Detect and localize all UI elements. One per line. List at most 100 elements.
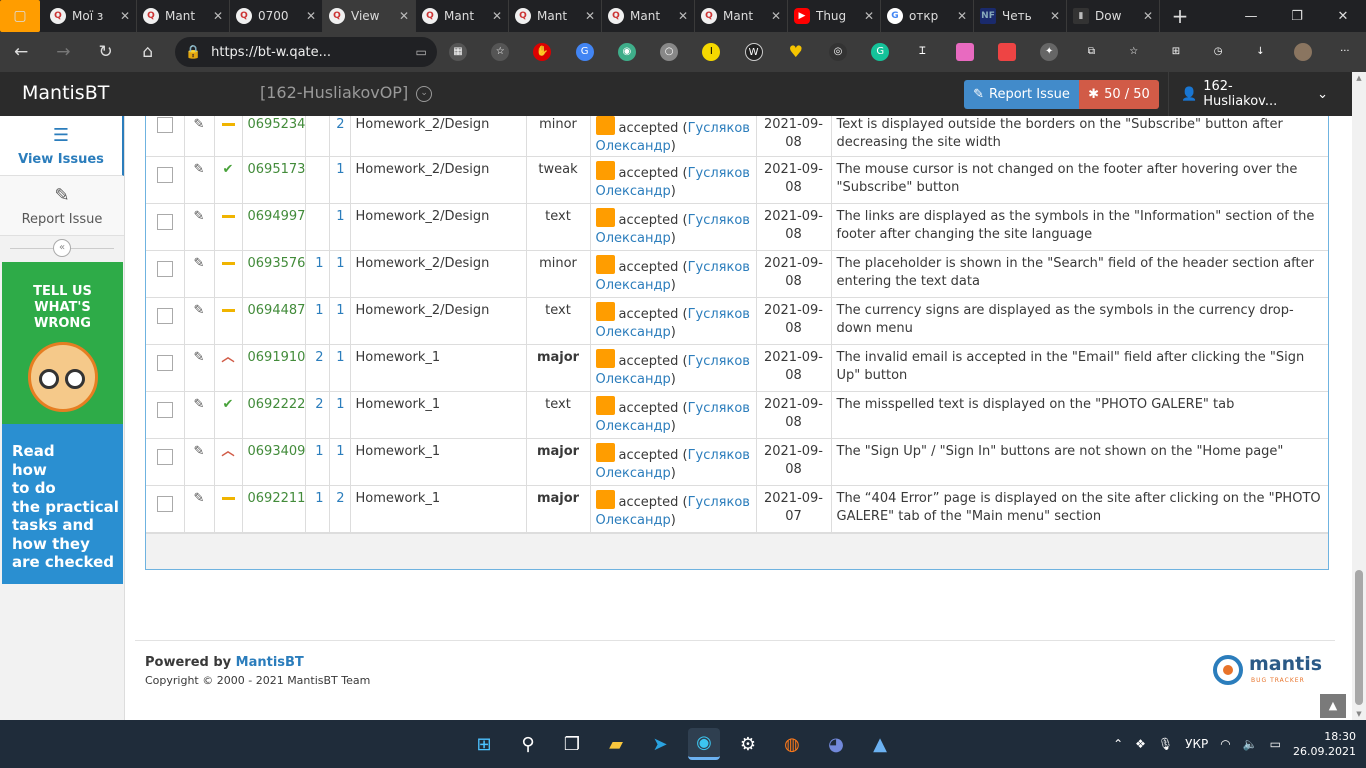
attachments-count[interactable]: 2 (336, 491, 344, 506)
clock[interactable]: 18:30 26.09.2021 (1293, 729, 1356, 759)
attachments-count[interactable]: 1 (336, 397, 344, 412)
telegram-icon[interactable]: ➤ (644, 728, 676, 760)
extension-yellow-icon[interactable]: I (690, 43, 732, 61)
edit-pencil-icon[interactable]: ✎ (194, 397, 205, 412)
table-row[interactable]: ✎ 0695234 2 Homework_2/Design minor accepted … (146, 116, 1328, 157)
battery-icon[interactable]: ▭ (1270, 737, 1281, 751)
table-row[interactable]: ✎ 0693576 1 1 Homework_2/Design minor accepted… (146, 250, 1328, 298)
sidebar-item-report-issue[interactable]: ✎ Report Issue (0, 176, 124, 236)
row-checkbox[interactable] (156, 308, 173, 324)
notes-count[interactable]: 1 (315, 303, 323, 318)
issue-id-link[interactable]: 0691910 (248, 350, 306, 365)
close-window-icon[interactable]: ✕ (1320, 0, 1366, 32)
dropbox-icon[interactable]: ❖ (1135, 737, 1146, 751)
assigned-count-button[interactable]: ✱ 50 / 50 (1079, 80, 1159, 109)
row-checkbox[interactable] (156, 449, 173, 465)
url-field[interactable]: 🔒 https://bt-w.qate... ▭ (174, 37, 437, 67)
close-tab-icon[interactable]: ✕ (864, 9, 874, 23)
row-checkbox[interactable] (156, 402, 173, 418)
close-tab-icon[interactable]: ✕ (771, 9, 781, 23)
issue-id-link[interactable]: 0694487 (248, 303, 306, 318)
sidebar-item-view-issues[interactable]: ☰ View Issues (0, 116, 124, 176)
edit-pencil-icon[interactable]: ✎ (194, 444, 205, 459)
close-tab-icon[interactable]: ✕ (120, 9, 130, 23)
sidebar-collapse[interactable]: « (0, 236, 124, 260)
microphone-icon[interactable]: 🎙 (1158, 737, 1173, 751)
browser-tab[interactable]: Q 0700 ✕ (230, 0, 323, 32)
browser-tab[interactable]: ▶ Thug ✕ (788, 0, 881, 32)
photos-icon[interactable]: ▲ (864, 728, 896, 760)
row-checkbox[interactable] (156, 355, 173, 371)
notes-count[interactable]: 2 (315, 397, 323, 412)
close-tab-icon[interactable]: ✕ (306, 9, 316, 23)
row-checkbox[interactable] (156, 167, 173, 183)
extension-flag-icon[interactable] (986, 43, 1028, 61)
mantisbt-link[interactable]: MantisBT (236, 655, 304, 670)
issue-id-link[interactable]: 0695173 (248, 162, 306, 177)
close-tab-icon[interactable]: ✕ (399, 9, 409, 23)
close-tab-icon[interactable]: ✕ (585, 9, 595, 23)
extension-translate-icon[interactable]: G (564, 43, 606, 61)
edit-pencil-icon[interactable]: ✎ (194, 256, 205, 271)
home-icon[interactable]: ⌂ (127, 42, 169, 62)
chevron-up-icon[interactable]: ⌃ (1113, 737, 1123, 751)
scroll-to-top-button[interactable]: ▲ (1320, 694, 1346, 718)
issue-id-link[interactable]: 0695234 (248, 117, 306, 132)
attachments-count[interactable]: 1 (336, 209, 344, 224)
close-tab-icon[interactable]: ✕ (492, 9, 502, 23)
extension-glasses-icon[interactable]: ◎ (817, 43, 859, 61)
attachments-count[interactable]: 1 (336, 256, 344, 271)
browser-tab[interactable]: Q Mant ✕ (695, 0, 788, 32)
browser-menu-icon[interactable]: ··· (1324, 43, 1366, 61)
report-issue-button[interactable]: ✎ Report Issue (964, 80, 1079, 109)
issue-id-link[interactable]: 0693409 (248, 444, 306, 459)
table-row[interactable]: ✎ ✔ 0692222 2 1 Homework_1 text accepted (Гусля… (146, 391, 1328, 439)
extension-hand-icon[interactable]: ✋ (521, 43, 563, 61)
back-icon[interactable]: ← (0, 42, 42, 62)
apps-icon[interactable]: ▦ (437, 43, 479, 61)
issue-id-link[interactable]: 0692222 (248, 397, 306, 412)
language-indicator[interactable]: УКР (1185, 737, 1208, 751)
collections-icon[interactable]: ⊞ (1155, 43, 1197, 61)
close-tab-icon[interactable]: ✕ (957, 9, 967, 23)
add-favorite-icon[interactable]: ☆ (479, 43, 521, 61)
table-row[interactable]: ✎ 0694997 1 Homework_2/Design text accepted (… (146, 203, 1328, 251)
discord-icon[interactable]: ◕ (820, 728, 852, 760)
notes-count[interactable]: 2 (315, 350, 323, 365)
brand-logo[interactable]: MantisBT (22, 82, 109, 104)
issue-id-link[interactable]: 0692211 (248, 491, 306, 506)
edge-icon[interactable]: ◉ (688, 728, 720, 760)
browser-tab[interactable]: ▮ Dow ✕ (1067, 0, 1160, 32)
extension-heart-icon[interactable]: ♥ (775, 43, 817, 61)
attachments-count[interactable]: 1 (336, 350, 344, 365)
edit-pencil-icon[interactable]: ✎ (194, 350, 205, 365)
user-menu[interactable]: 👤 162-Husliakov... ⌄ (1168, 72, 1328, 116)
table-row[interactable]: ✎ ✔ 0695173 1 Homework_2/Design tweak accepted… (146, 156, 1328, 204)
browser-tab[interactable]: Q Мої з ✕ (44, 0, 137, 32)
attachments-count[interactable]: 2 (336, 117, 344, 132)
browser-tab[interactable]: Q Mant ✕ (602, 0, 695, 32)
attachments-count[interactable]: 1 (336, 303, 344, 318)
favorites-icon[interactable]: ☆ (1113, 43, 1155, 61)
extension-grammarly-icon[interactable]: G (859, 43, 901, 61)
notes-count[interactable]: 1 (315, 491, 323, 506)
task-view-icon[interactable]: ❐ (556, 728, 588, 760)
browser-tab[interactable]: Q Mant ✕ (509, 0, 602, 32)
attachments-count[interactable]: 1 (336, 162, 344, 177)
attachments-count[interactable]: 1 (336, 444, 344, 459)
browser-tab[interactable]: NF Четь ✕ (974, 0, 1067, 32)
browser-tab[interactable]: Q Mant ✕ (137, 0, 230, 32)
extension-text-icon[interactable]: Ꮖ (901, 43, 943, 61)
new-tab-button[interactable]: + (1160, 4, 1200, 28)
tasks-info-banner[interactable]: Read how to do the practical tasks and how th… (2, 424, 123, 584)
notes-count[interactable]: 1 (315, 444, 323, 459)
extension-circle-icon[interactable]: ○ (648, 43, 690, 61)
row-checkbox[interactable] (156, 117, 173, 133)
downloads-icon[interactable]: ↓ (1239, 43, 1281, 61)
edit-pencil-icon[interactable]: ✎ (194, 303, 205, 318)
profile-avatar[interactable] (1282, 43, 1324, 61)
firefox-icon[interactable]: ◍ (776, 728, 808, 760)
row-checkbox[interactable] (156, 214, 173, 230)
minimize-icon[interactable]: — (1228, 0, 1274, 32)
settings-icon[interactable]: ⚙ (732, 728, 764, 760)
